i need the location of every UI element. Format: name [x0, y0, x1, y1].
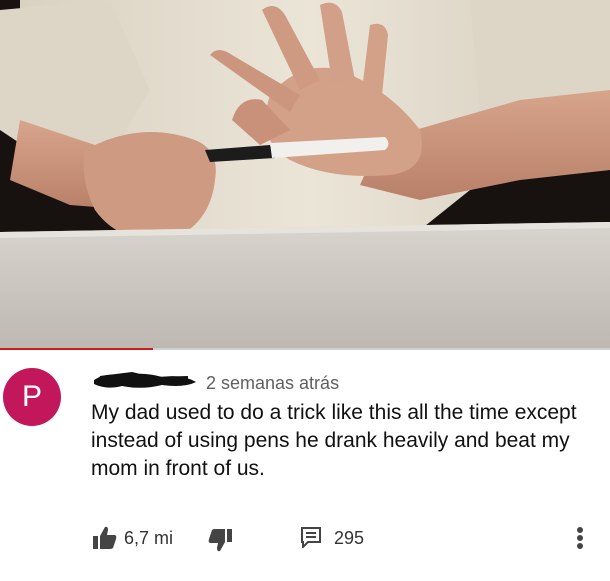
- video-player[interactable]: [0, 0, 610, 350]
- like-count: 6,7 mi: [124, 528, 174, 548]
- comment-timestamp: 2 semanas atrás: [206, 373, 340, 393]
- vertical-ellipsis-icon[interactable]: [572, 523, 588, 553]
- thumbs-up-icon[interactable]: [92, 525, 118, 551]
- redacted-username-scribble: [94, 371, 196, 388]
- comment-icon[interactable]: [300, 526, 322, 550]
- thumbs-down-icon[interactable]: [207, 527, 233, 553]
- comment-actions: 6,7 mi 295: [0, 520, 610, 554]
- comment-text: My dad used to do a trick like this all …: [91, 401, 577, 480]
- video-progress-fill: [0, 348, 153, 350]
- avatar[interactable]: P: [3, 368, 61, 426]
- comment-card: P 2 semanas atrás My dad used to do a tr…: [0, 352, 610, 581]
- video-progress-bar[interactable]: [0, 348, 610, 350]
- reply-count: 295: [334, 528, 365, 548]
- video-frame-image: [0, 0, 610, 350]
